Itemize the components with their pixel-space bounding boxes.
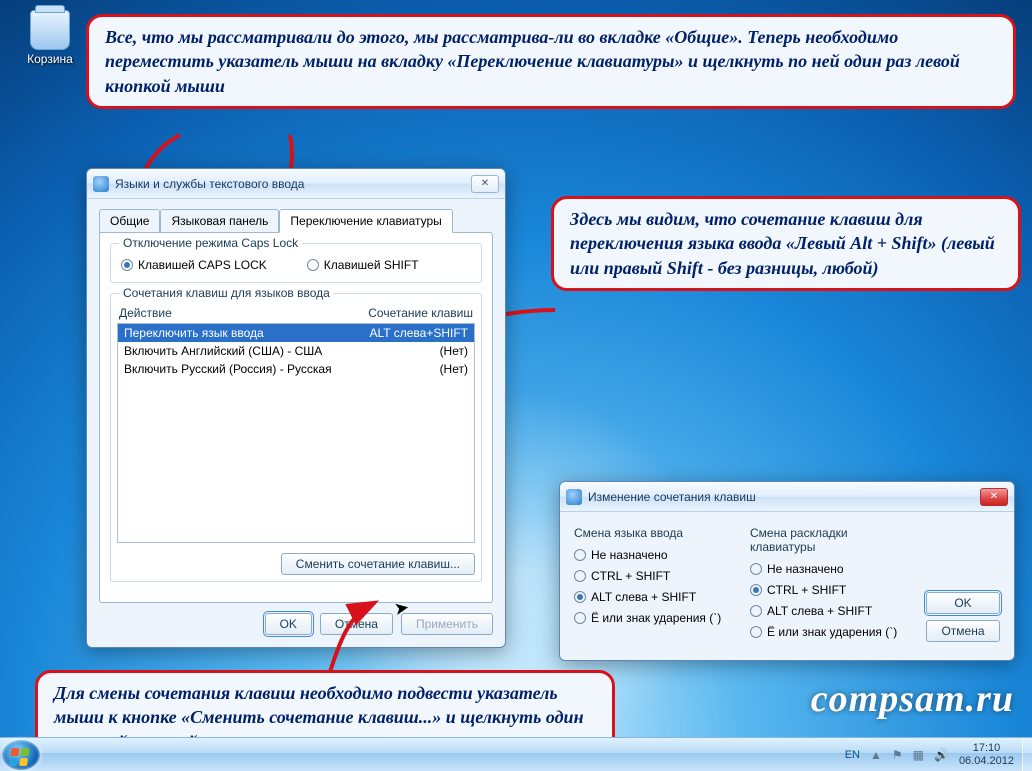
ok-button[interactable]: OK bbox=[926, 592, 1000, 614]
radio-label: ALT слева + SHIFT bbox=[591, 590, 696, 604]
radio-label: CTRL + SHIFT bbox=[767, 583, 846, 597]
window-title: Языки и службы текстового ввода bbox=[115, 177, 469, 191]
titlebar[interactable]: Языки и службы текстового ввода ✕ bbox=[87, 169, 505, 199]
language-indicator[interactable]: EN bbox=[845, 749, 860, 761]
volume-icon[interactable]: 🔊 bbox=[934, 748, 949, 762]
radio-shift-key[interactable]: Клавишей SHIFT bbox=[307, 258, 419, 272]
cell-action: Включить Русский (Россия) - Русская bbox=[124, 362, 332, 376]
radio-ctrl-shift[interactable]: CTRL + SHIFT bbox=[574, 569, 728, 583]
apply-button[interactable]: Применить bbox=[401, 613, 493, 635]
col-combo: Сочетание клавиш bbox=[368, 306, 473, 320]
text-services-dialog: Языки и службы текстового ввода ✕ Общие … bbox=[86, 168, 506, 648]
radio-off-icon bbox=[574, 549, 586, 561]
desktop: Корзина Все, что мы рассматривали до это… bbox=[0, 0, 1032, 771]
cancel-button[interactable]: Отмена bbox=[926, 620, 1000, 642]
close-button[interactable]: ✕ bbox=[471, 175, 499, 193]
cancel-button[interactable]: Отмена bbox=[320, 613, 393, 635]
input-language-column: Смена языка ввода Не назначено CTRL + SH… bbox=[574, 526, 728, 646]
radio-label: CTRL + SHIFT bbox=[591, 569, 670, 583]
group-legend: Отключение режима Caps Lock bbox=[119, 236, 302, 250]
show-desktop-button[interactable] bbox=[1022, 738, 1032, 771]
flag-icon[interactable]: ▲ bbox=[870, 748, 882, 762]
radio-off-icon bbox=[307, 259, 319, 271]
ok-button[interactable]: OK bbox=[265, 613, 312, 635]
group-legend: Сочетания клавиш для языков ввода bbox=[119, 286, 334, 300]
recycle-bin-label: Корзина bbox=[20, 52, 80, 66]
dialog-buttons: OK Отмена Применить bbox=[99, 613, 493, 635]
radio-capslock-key[interactable]: Клавишей CAPS LOCK bbox=[121, 258, 267, 272]
close-icon: ✕ bbox=[990, 491, 998, 502]
radio-alt-shift[interactable]: ALT слева + SHIFT bbox=[750, 604, 904, 618]
tab-keyboard-switch[interactable]: Переключение клавиатуры bbox=[279, 209, 452, 233]
capslock-group: Отключение режима Caps Lock Клавишей CAP… bbox=[110, 243, 482, 283]
cell-action: Включить Английский (США) - США bbox=[124, 344, 322, 358]
radio-on-icon bbox=[574, 591, 586, 603]
window-title: Изменение сочетания клавиш bbox=[588, 490, 978, 504]
radio-label: Клавишей CAPS LOCK bbox=[138, 258, 267, 272]
dialog-buttons: OK Отмена bbox=[926, 526, 1000, 646]
tab-general[interactable]: Общие bbox=[99, 209, 160, 233]
col-action: Действие bbox=[119, 306, 172, 320]
radio-label: Не назначено bbox=[591, 548, 668, 562]
radio-label: Ё или знак ударения (`) bbox=[767, 625, 897, 639]
change-hotkey-dialog: Изменение сочетания клавиш ✕ Смена языка… bbox=[559, 481, 1015, 661]
watermark: compsam.ru bbox=[811, 677, 1014, 721]
column-header: Смена раскладки клавиатуры bbox=[750, 526, 904, 554]
titlebar[interactable]: Изменение сочетания клавиш ✕ bbox=[560, 482, 1014, 512]
column-header: Смена языка ввода bbox=[574, 526, 728, 540]
radio-grave-accent[interactable]: Ё или знак ударения (`) bbox=[574, 611, 728, 625]
cell-combo: (Нет) bbox=[440, 362, 468, 376]
radio-off-icon bbox=[750, 626, 762, 638]
callout-right: Здесь мы видим, что сочетание клавиш для… bbox=[551, 196, 1021, 291]
recycle-bin-icon[interactable]: Корзина bbox=[20, 10, 80, 66]
tab-panel: Отключение режима Caps Lock Клавишей CAP… bbox=[99, 232, 493, 603]
cell-action: Переключить язык ввода bbox=[124, 326, 264, 340]
radio-on-icon bbox=[750, 584, 762, 596]
cell-combo: (Нет) bbox=[440, 344, 468, 358]
change-hotkey-button[interactable]: Сменить сочетание клавиш... bbox=[281, 553, 475, 575]
radio-label: Не назначено bbox=[767, 562, 844, 576]
window-icon bbox=[566, 489, 582, 505]
radio-ctrl-shift[interactable]: CTRL + SHIFT bbox=[750, 583, 904, 597]
taskbar: EN ▲ ⚑ ▦ 🔊 17:10 06.04.2012 bbox=[0, 737, 1032, 771]
radio-alt-shift[interactable]: ALT слева + SHIFT bbox=[574, 590, 728, 604]
radio-none[interactable]: Не назначено bbox=[574, 548, 728, 562]
radio-on-icon bbox=[121, 259, 133, 271]
close-button[interactable]: ✕ bbox=[980, 488, 1008, 506]
hotkeys-group: Сочетания клавиш для языков ввода Действ… bbox=[110, 293, 482, 582]
list-row[interactable]: Переключить язык ввода ALT слева+SHIFT bbox=[118, 324, 474, 342]
network-icon[interactable]: ▦ bbox=[913, 748, 924, 762]
radio-none[interactable]: Не назначено bbox=[750, 562, 904, 576]
system-tray: EN ▲ ⚑ ▦ 🔊 17:10 06.04.2012 bbox=[845, 742, 1022, 766]
list-row[interactable]: Включить Английский (США) - США (Нет) bbox=[118, 342, 474, 360]
radio-off-icon bbox=[574, 570, 586, 582]
list-row[interactable]: Включить Русский (Россия) - Русская (Нет… bbox=[118, 360, 474, 378]
radio-off-icon bbox=[750, 563, 762, 575]
tabs: Общие Языковая панель Переключение клави… bbox=[99, 209, 493, 233]
window-icon bbox=[93, 176, 109, 192]
list-header: Действие Сочетание клавиш bbox=[119, 306, 473, 320]
clock[interactable]: 17:10 06.04.2012 bbox=[959, 742, 1014, 766]
clock-time: 17:10 bbox=[973, 742, 1001, 754]
close-icon: ✕ bbox=[481, 178, 489, 189]
action-center-icon[interactable]: ⚑ bbox=[892, 748, 903, 762]
radio-off-icon bbox=[574, 612, 586, 624]
radio-grave-accent[interactable]: Ё или знак ударения (`) bbox=[750, 625, 904, 639]
radio-label: Ё или знак ударения (`) bbox=[591, 611, 721, 625]
trash-icon bbox=[30, 10, 70, 50]
radio-off-icon bbox=[750, 605, 762, 617]
start-button[interactable] bbox=[2, 740, 40, 770]
tab-language-bar[interactable]: Языковая панель bbox=[160, 209, 279, 233]
radio-label: Клавишей SHIFT bbox=[324, 258, 419, 272]
hotkey-list[interactable]: Переключить язык ввода ALT слева+SHIFT В… bbox=[117, 323, 475, 543]
keyboard-layout-column: Смена раскладки клавиатуры Не назначено … bbox=[750, 526, 904, 646]
callout-top: Все, что мы рассматривали до этого, мы р… bbox=[86, 14, 1016, 109]
cell-combo: ALT слева+SHIFT bbox=[370, 326, 469, 340]
radio-label: ALT слева + SHIFT bbox=[767, 604, 872, 618]
clock-date: 06.04.2012 bbox=[959, 755, 1014, 767]
